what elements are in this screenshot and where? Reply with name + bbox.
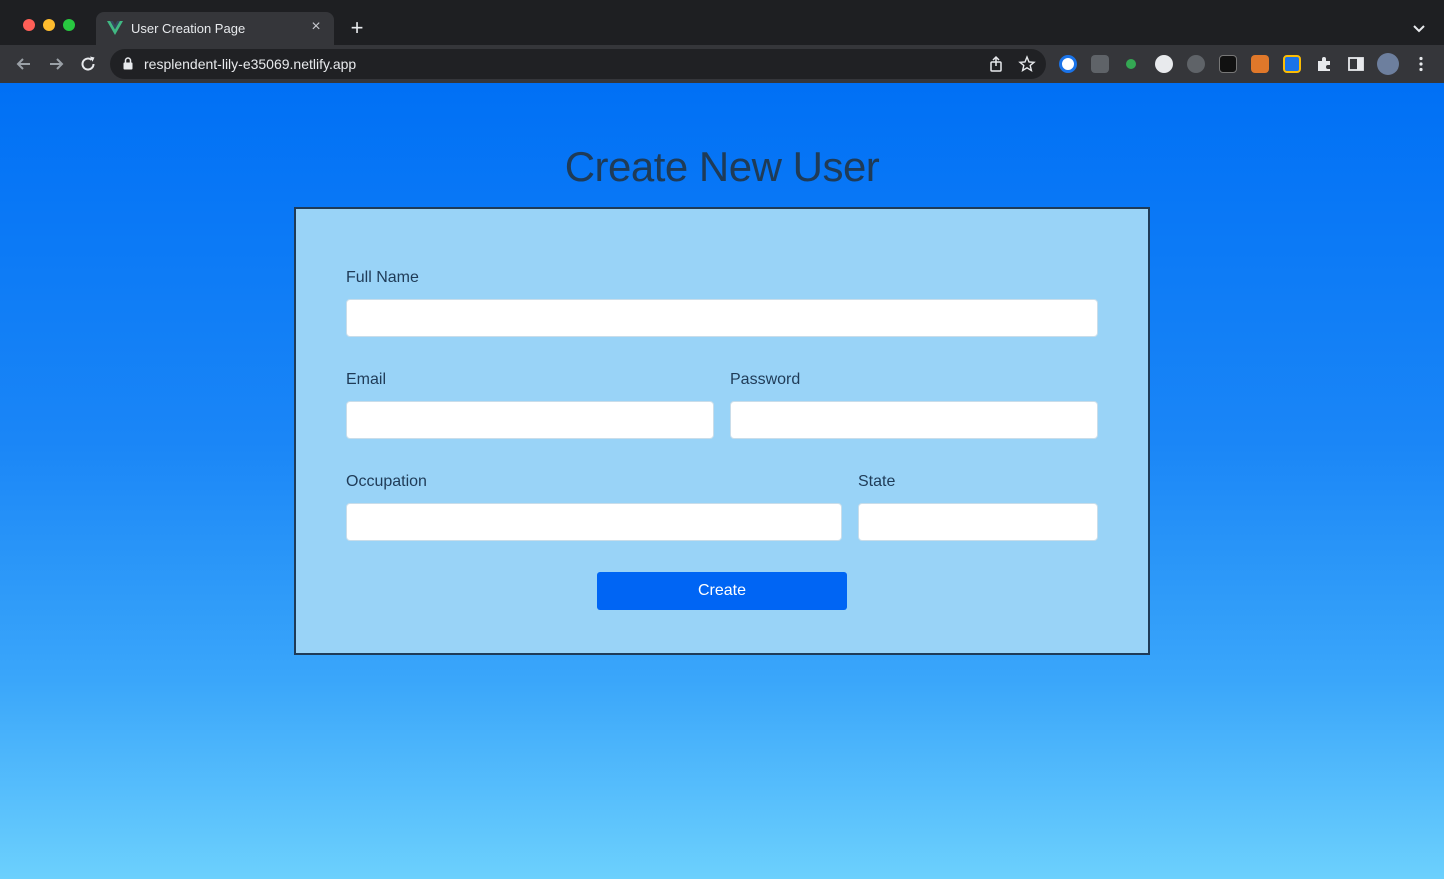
bookmark-star-icon[interactable] [1018, 55, 1036, 73]
lighthouse-extension-icon[interactable] [1219, 55, 1237, 73]
browser-chrome: User Creation Page × + resplendent-lily-… [0, 0, 1444, 83]
w-extension-icon[interactable] [1187, 55, 1205, 73]
password-manager-extension-icon[interactable] [1059, 55, 1077, 73]
cloud-extension-icon[interactable] [1091, 55, 1109, 73]
full-name-input[interactable] [346, 299, 1098, 337]
new-tab-button[interactable]: + [346, 17, 368, 39]
full-name-label: Full Name [346, 269, 419, 286]
occupation-input[interactable] [346, 503, 842, 541]
state-label: State [858, 473, 896, 490]
occupation-label: Occupation [346, 473, 427, 490]
chevron-down-icon[interactable] [1410, 20, 1428, 38]
side-panel-icon[interactable] [1347, 55, 1365, 73]
circle-extension-icon[interactable] [1155, 55, 1173, 73]
page-title: Create New User [564, 143, 880, 190]
maximize-window-button[interactable] [63, 19, 75, 31]
close-window-button[interactable] [23, 19, 35, 31]
blue-extension-icon[interactable] [1283, 55, 1301, 73]
create-button[interactable]: Create [597, 572, 847, 610]
orange-extension-icon[interactable] [1251, 55, 1269, 73]
lock-icon [123, 57, 133, 70]
url-text: resplendent-lily-e35069.netlify.app [144, 56, 357, 72]
forward-arrow-icon[interactable] [46, 54, 66, 74]
green-dot-extension-icon[interactable] [1126, 59, 1136, 69]
tab-bar: User Creation Page × + [0, 0, 1444, 45]
vue-logo-icon [107, 21, 123, 35]
password-label: Password [730, 371, 801, 388]
state-input[interactable] [858, 503, 1098, 541]
tab-title: User Creation Page [131, 21, 246, 36]
more-menu-icon[interactable] [1412, 55, 1430, 73]
back-arrow-icon[interactable] [14, 54, 34, 74]
minimize-window-button[interactable] [43, 19, 55, 31]
browser-toolbar: resplendent-lily-e35069.netlify.app [0, 45, 1444, 83]
share-icon[interactable] [987, 55, 1005, 73]
email-label: Email [346, 371, 387, 388]
avatar[interactable] [1377, 53, 1399, 75]
reload-icon[interactable] [78, 54, 98, 74]
address-bar[interactable]: resplendent-lily-e35069.netlify.app [110, 49, 1046, 79]
tab-user-creation[interactable]: User Creation Page × [96, 12, 334, 45]
password-input[interactable] [730, 401, 1098, 439]
user-form-card: Full Name Email Password Occupation Stat… [294, 207, 1150, 655]
email-input[interactable] [346, 401, 714, 439]
tab-close-icon[interactable]: × [307, 18, 325, 36]
puzzle-icon[interactable] [1315, 55, 1333, 73]
page-viewport: Create New User Full Name Email Password… [0, 83, 1444, 879]
